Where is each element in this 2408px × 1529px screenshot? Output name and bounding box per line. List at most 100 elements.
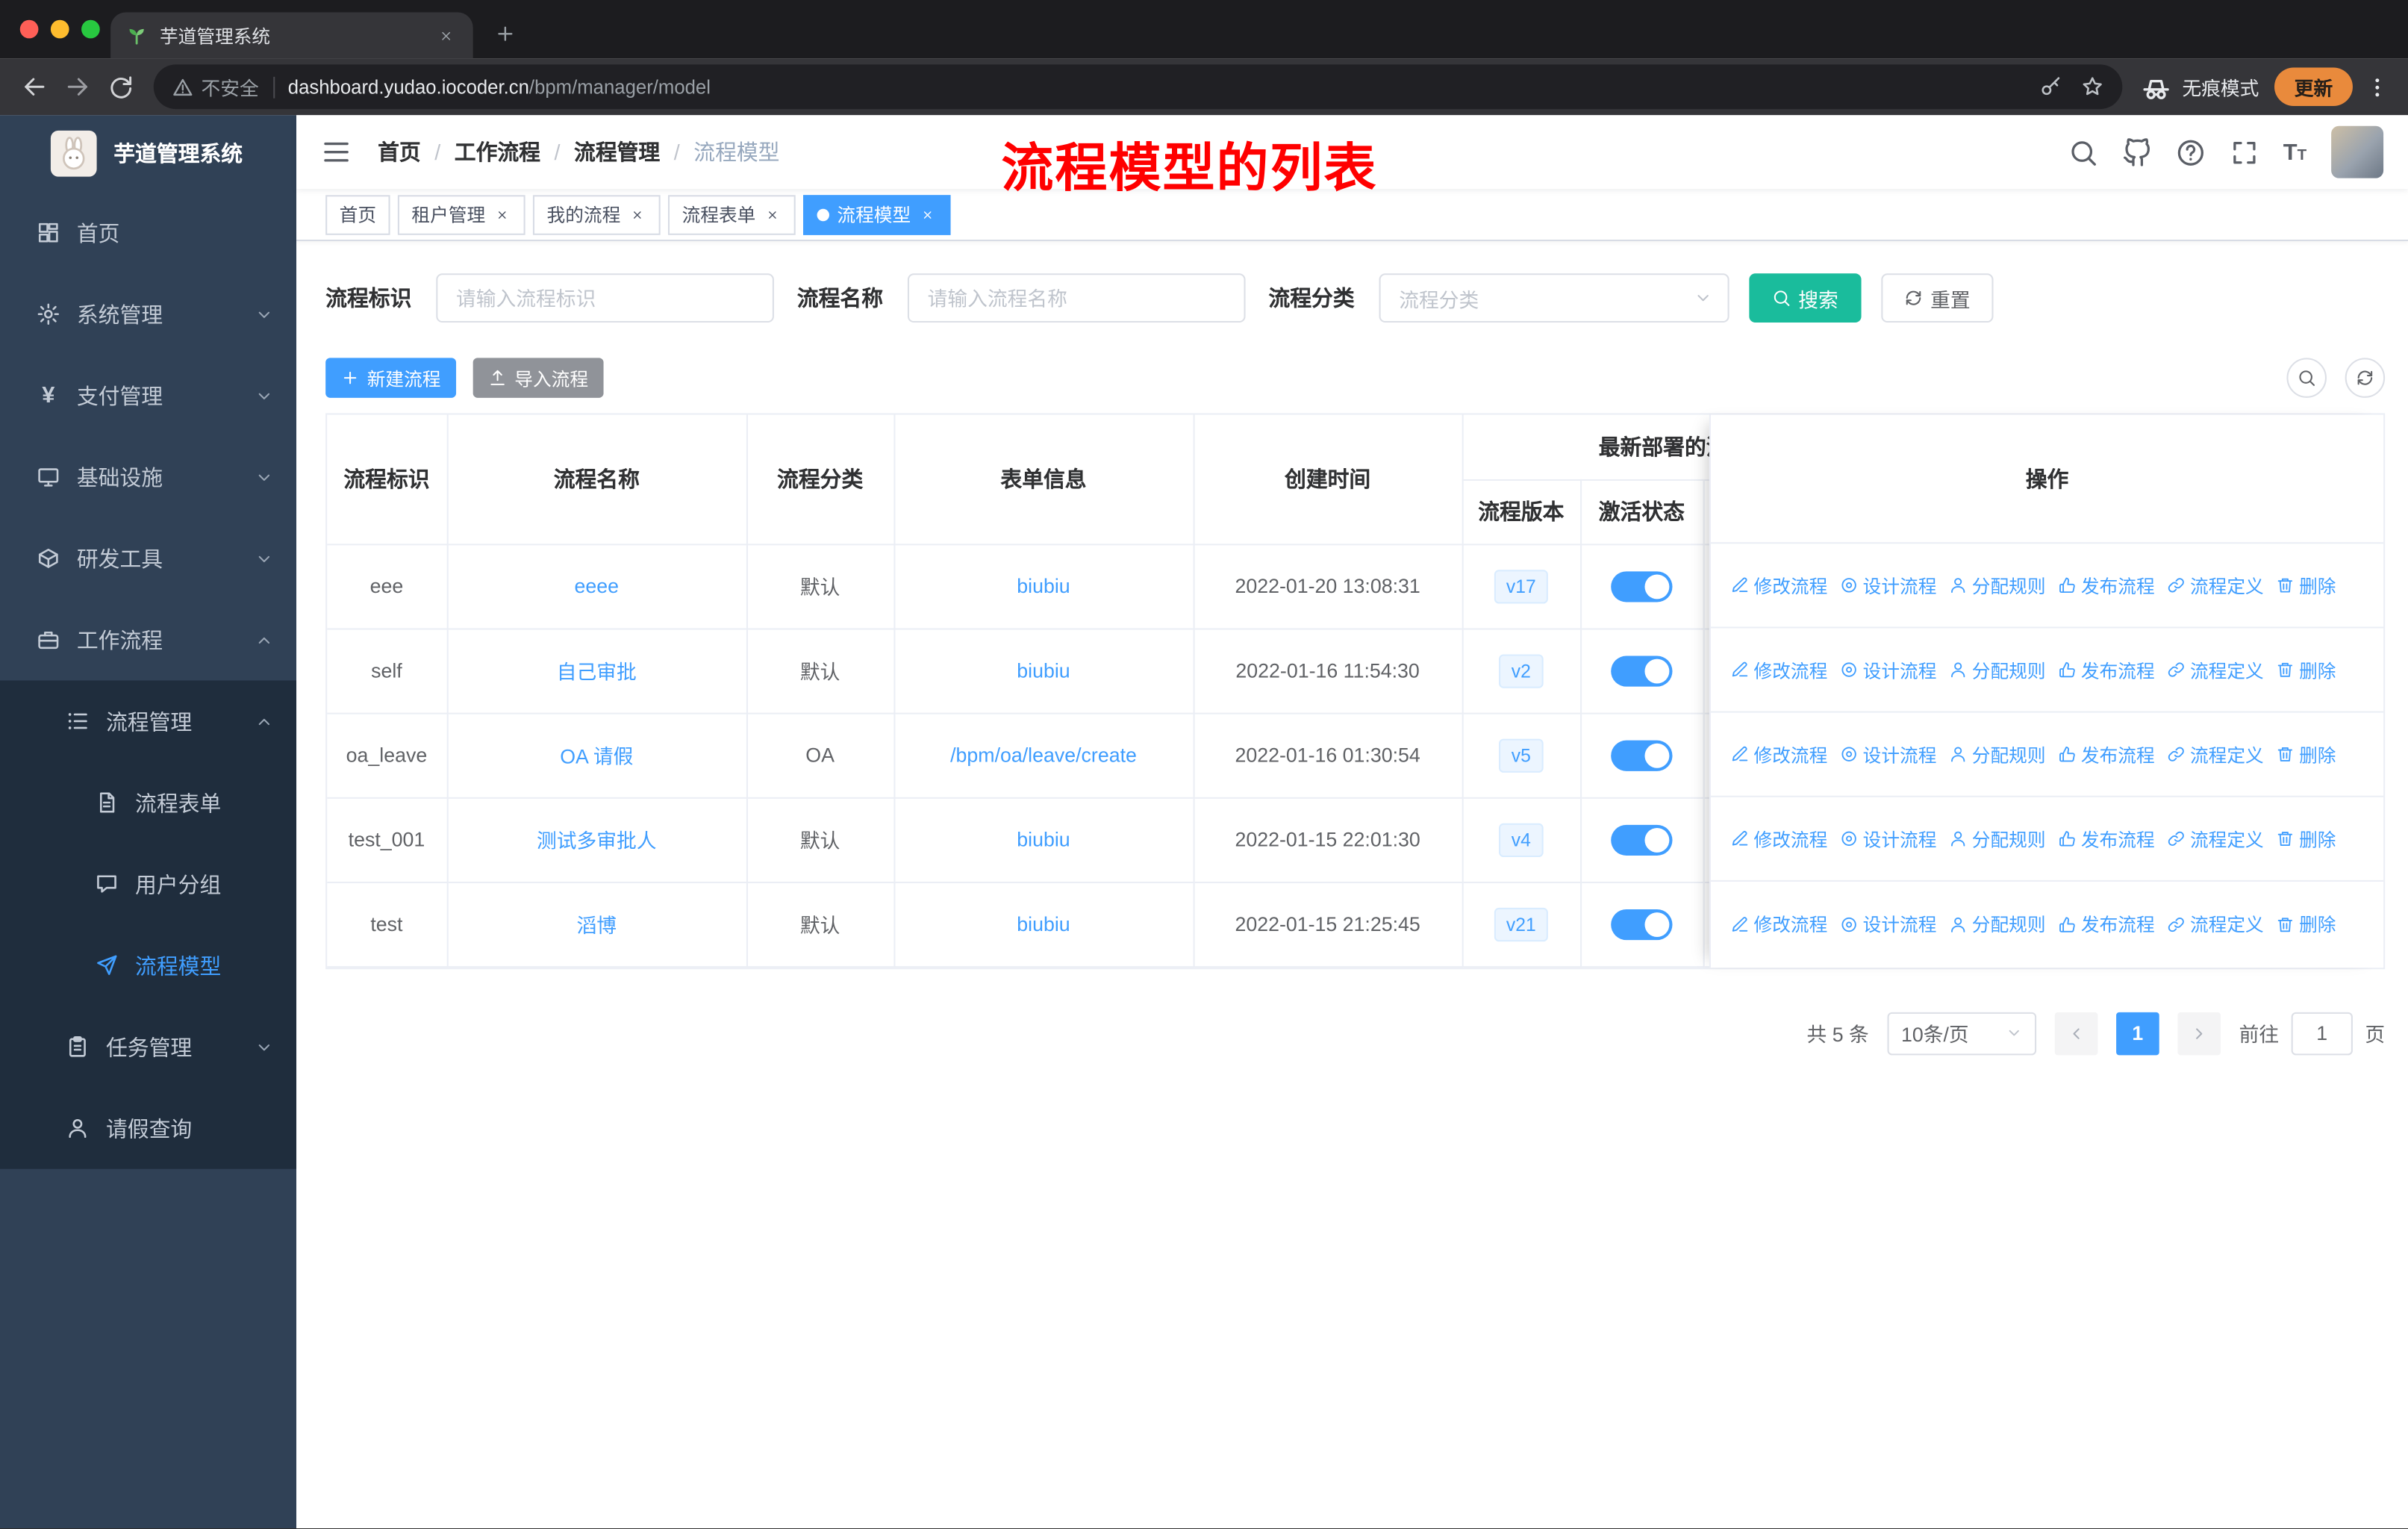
back-icon[interactable] bbox=[12, 65, 55, 108]
process-name-link[interactable]: eeee bbox=[575, 574, 620, 597]
delete-link[interactable]: 删除 bbox=[2276, 911, 2336, 937]
user-avatar[interactable] bbox=[2331, 125, 2384, 178]
form-info-link[interactable]: /bpm/oa/leave/create bbox=[950, 744, 1137, 767]
version-badge[interactable]: v21 bbox=[1494, 906, 1549, 941]
sidebar-item-workflow[interactable]: 工作流程 bbox=[0, 599, 296, 680]
active-toggle[interactable] bbox=[1611, 570, 1673, 602]
publish-process-link[interactable]: 发布流程 bbox=[2058, 657, 2155, 683]
tag-my-process[interactable]: 我的流程 bbox=[532, 194, 661, 234]
sidebar-item-user-group[interactable]: 用户分组 bbox=[0, 844, 296, 925]
process-definition-link[interactable]: 流程定义 bbox=[2167, 911, 2264, 937]
process-definition-link[interactable]: 流程定义 bbox=[2167, 572, 2264, 598]
version-badge[interactable]: v17 bbox=[1494, 569, 1549, 603]
security-chip[interactable]: 不安全 bbox=[172, 72, 259, 102]
design-process-link[interactable]: 设计流程 bbox=[1840, 657, 1936, 683]
sidebar-item-process-mgmt[interactable]: 流程管理 bbox=[0, 680, 296, 762]
close-icon[interactable] bbox=[628, 205, 647, 224]
publish-process-link[interactable]: 发布流程 bbox=[2058, 911, 2155, 937]
edit-process-link[interactable]: 修改流程 bbox=[1731, 826, 1827, 852]
font-size-icon[interactable]: TT bbox=[2283, 139, 2306, 165]
reset-button[interactable]: 重置 bbox=[1881, 273, 1994, 323]
delete-link[interactable]: 删除 bbox=[2276, 572, 2336, 598]
design-process-link[interactable]: 设计流程 bbox=[1840, 572, 1936, 598]
active-toggle[interactable] bbox=[1611, 655, 1673, 686]
sidebar-item-system[interactable]: 系统管理 bbox=[0, 273, 296, 355]
process-definition-link[interactable]: 流程定义 bbox=[2167, 741, 2264, 767]
design-process-link[interactable]: 设计流程 bbox=[1840, 826, 1936, 852]
new-tab-button[interactable] bbox=[485, 14, 525, 54]
zoom-window-button[interactable] bbox=[81, 19, 100, 39]
refresh-table-button[interactable] bbox=[2345, 358, 2386, 398]
page-number-button[interactable]: 1 bbox=[2116, 1011, 2159, 1055]
minimize-window-button[interactable] bbox=[50, 19, 69, 39]
assign-rule-link[interactable]: 分配规则 bbox=[1949, 572, 2046, 598]
help-icon[interactable] bbox=[2176, 137, 2205, 166]
edit-process-link[interactable]: 修改流程 bbox=[1731, 572, 1827, 598]
version-badge[interactable]: v5 bbox=[1499, 738, 1544, 772]
sidebar-item-infra[interactable]: 基础设施 bbox=[0, 436, 296, 517]
close-icon[interactable] bbox=[918, 205, 937, 224]
assign-rule-link[interactable]: 分配规则 bbox=[1949, 911, 2046, 937]
edit-process-link[interactable]: 修改流程 bbox=[1731, 657, 1827, 683]
form-info-link[interactable]: biubiu bbox=[1017, 659, 1070, 682]
sidebar-item-process-form[interactable]: 流程表单 bbox=[0, 762, 296, 843]
process-name-link[interactable]: 测试多审批人 bbox=[537, 829, 657, 853]
browser-tab[interactable]: 芋道管理系统 bbox=[110, 12, 473, 59]
process-id-input[interactable] bbox=[436, 273, 774, 323]
form-info-link[interactable]: biubiu bbox=[1017, 912, 1070, 935]
active-toggle[interactable] bbox=[1611, 823, 1673, 855]
active-toggle[interactable] bbox=[1611, 739, 1673, 770]
next-page-button[interactable] bbox=[2177, 1011, 2221, 1055]
form-info-link[interactable]: biubiu bbox=[1017, 574, 1070, 597]
assign-rule-link[interactable]: 分配规则 bbox=[1949, 826, 2046, 852]
design-process-link[interactable]: 设计流程 bbox=[1840, 741, 1936, 767]
process-name-input[interactable] bbox=[907, 273, 1246, 323]
process-definition-link[interactable]: 流程定义 bbox=[2167, 826, 2264, 852]
prev-page-button[interactable] bbox=[2054, 1011, 2098, 1055]
sidebar-item-leave-query[interactable]: 请假查询 bbox=[0, 1088, 296, 1169]
process-category-select[interactable]: 流程分类 bbox=[1379, 273, 1729, 323]
delete-link[interactable]: 删除 bbox=[2276, 741, 2336, 767]
process-definition-link[interactable]: 流程定义 bbox=[2167, 657, 2264, 683]
process-name-link[interactable]: 自己审批 bbox=[557, 661, 637, 684]
search-button[interactable]: 搜索 bbox=[1749, 273, 1862, 323]
page-size-select[interactable]: 10条/页 bbox=[1887, 1011, 2037, 1055]
close-icon[interactable] bbox=[764, 205, 782, 224]
sidebar-item-home[interactable]: 首页 bbox=[0, 192, 296, 273]
form-info-link[interactable]: biubiu bbox=[1017, 828, 1070, 851]
version-badge[interactable]: v2 bbox=[1499, 653, 1544, 688]
update-chip[interactable]: 更新 bbox=[2274, 67, 2353, 106]
tag-home[interactable]: 首页 bbox=[325, 194, 390, 234]
edit-process-link[interactable]: 修改流程 bbox=[1731, 741, 1827, 767]
delete-link[interactable]: 删除 bbox=[2276, 657, 2336, 683]
import-process-button[interactable]: 导入流程 bbox=[472, 358, 604, 398]
close-window-button[interactable] bbox=[19, 19, 39, 39]
goto-page-input[interactable] bbox=[2291, 1011, 2353, 1055]
close-icon[interactable] bbox=[493, 205, 511, 224]
create-process-button[interactable]: 新建流程 bbox=[325, 358, 457, 398]
assign-rule-link[interactable]: 分配规则 bbox=[1949, 657, 2046, 683]
version-badge[interactable]: v4 bbox=[1499, 822, 1544, 857]
bookmark-star-icon[interactable] bbox=[2081, 75, 2104, 99]
tab-close-icon[interactable] bbox=[433, 23, 458, 48]
edit-process-link[interactable]: 修改流程 bbox=[1731, 911, 1827, 937]
publish-process-link[interactable]: 发布流程 bbox=[2058, 826, 2155, 852]
delete-link[interactable]: 删除 bbox=[2276, 826, 2336, 852]
publish-process-link[interactable]: 发布流程 bbox=[2058, 741, 2155, 767]
publish-process-link[interactable]: 发布流程 bbox=[2058, 572, 2155, 598]
search-icon[interactable] bbox=[2068, 137, 2097, 166]
tag-process-model[interactable]: 流程模型 bbox=[803, 194, 951, 234]
process-name-link[interactable]: OA 请假 bbox=[560, 745, 633, 768]
github-icon[interactable] bbox=[2122, 137, 2151, 166]
design-process-link[interactable]: 设计流程 bbox=[1840, 911, 1936, 937]
forward-icon[interactable] bbox=[55, 65, 99, 108]
hamburger-icon[interactable] bbox=[321, 137, 352, 167]
url-bar[interactable]: 不安全 dashboard.yudao.iocoder.cn /bpm/mana… bbox=[153, 64, 2123, 110]
breadcrumb-home[interactable]: 首页 bbox=[378, 137, 421, 167]
breadcrumb-process-mgmt[interactable]: 流程管理 bbox=[540, 137, 660, 167]
tag-tenant[interactable]: 租户管理 bbox=[397, 194, 525, 234]
sidebar-item-task-mgmt[interactable]: 任务管理 bbox=[0, 1006, 296, 1088]
browser-menu-icon[interactable] bbox=[2365, 75, 2389, 99]
reload-icon[interactable] bbox=[99, 65, 142, 108]
tag-process-form[interactable]: 流程表单 bbox=[668, 194, 796, 234]
